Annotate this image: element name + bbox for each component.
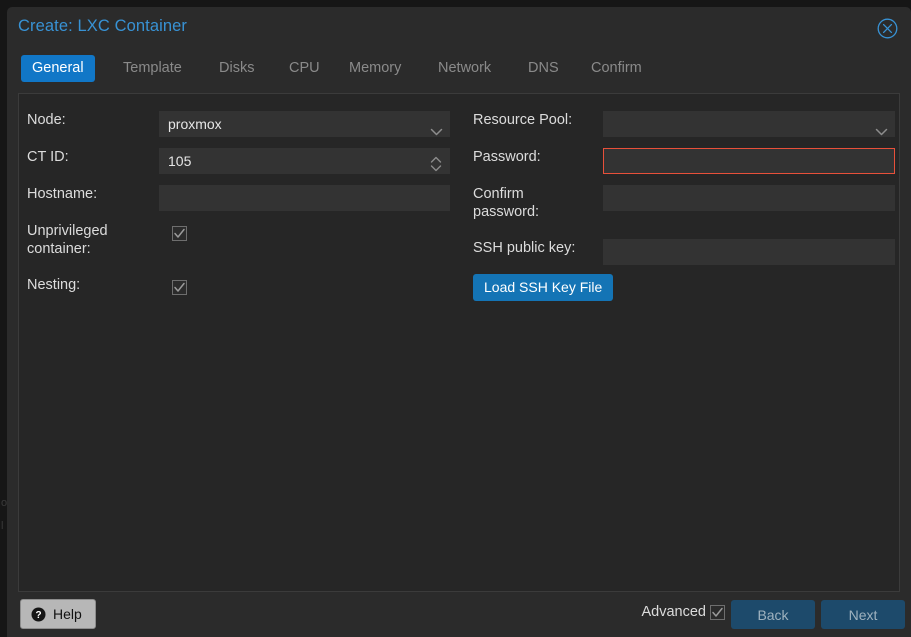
question-circle-icon: ?	[31, 607, 46, 622]
hostname-input[interactable]	[159, 185, 450, 211]
unprivileged-label: Unprivileged container:	[27, 222, 157, 258]
ssh-key-input[interactable]	[603, 239, 895, 265]
help-button[interactable]: ? Help	[20, 599, 96, 629]
create-lxc-container-dialog: Create: LXC Container General Template Dis…	[7, 7, 911, 637]
dialog-tabs: General Template Disks CPU Memory Network DNS C…	[7, 48, 911, 93]
confirm-password-input[interactable]	[603, 185, 895, 211]
tab-dns[interactable]: DNS	[517, 55, 570, 82]
field-resource-pool: Resource Pool:	[465, 111, 899, 141]
tab-network[interactable]: Network	[427, 55, 502, 82]
next-button[interactable]: Next	[821, 600, 905, 629]
ctid-input[interactable]: 105	[159, 148, 450, 174]
dialog-footer: ? Help Advanced Back Next	[7, 592, 911, 637]
load-ssh-key-file-button[interactable]: Load SSH Key File	[473, 274, 613, 301]
tab-cpu[interactable]: CPU	[278, 55, 331, 82]
advanced-label: Advanced	[642, 604, 707, 620]
general-tab-panel: Node: proxmox CT ID: 105 Hostname:	[18, 93, 900, 592]
unprivileged-checkbox[interactable]	[172, 226, 187, 241]
node-label: Node:	[27, 111, 157, 129]
tab-general[interactable]: General	[21, 55, 95, 82]
dialog-titlebar: Create: LXC Container	[7, 7, 911, 48]
nesting-checkbox[interactable]	[172, 280, 187, 295]
dialog-title: Create: LXC Container	[18, 17, 187, 36]
chevron-down-icon	[430, 128, 458, 137]
node-select[interactable]: proxmox	[159, 111, 450, 137]
background-text-fragment: l	[1, 520, 3, 532]
tab-template[interactable]: Template	[112, 55, 193, 82]
confirm-password-label: Confirm password:	[473, 185, 603, 221]
field-nesting: Nesting:	[19, 276, 465, 306]
field-unprivileged: Unprivileged container:	[19, 222, 465, 268]
chevron-down-icon	[875, 128, 892, 137]
back-button[interactable]: Back	[731, 600, 815, 629]
password-input[interactable]	[603, 148, 895, 174]
resource-pool-label: Resource Pool:	[473, 111, 613, 129]
close-icon[interactable]	[877, 18, 898, 39]
tab-disks[interactable]: Disks	[208, 55, 265, 82]
resource-pool-select[interactable]	[603, 111, 895, 137]
field-confirm-password: Confirm password:	[465, 185, 899, 231]
tab-memory[interactable]: Memory	[338, 55, 412, 82]
field-password: Password:	[465, 148, 899, 178]
ssh-key-label: SSH public key:	[473, 239, 613, 257]
field-hostname: Hostname:	[19, 185, 465, 215]
nesting-label: Nesting:	[27, 276, 157, 294]
spinner-arrows-icon[interactable]	[429, 155, 458, 173]
field-ctid: CT ID: 105	[19, 148, 465, 178]
hostname-label: Hostname:	[27, 185, 157, 203]
password-label: Password:	[473, 148, 603, 166]
tab-confirm[interactable]: Confirm	[580, 55, 653, 82]
field-ssh-key: SSH public key:	[465, 239, 899, 269]
ctid-label: CT ID:	[27, 148, 157, 166]
advanced-checkbox[interactable]	[710, 605, 725, 620]
help-button-label: Help	[53, 600, 82, 628]
svg-text:?: ?	[35, 610, 41, 621]
field-node: Node: proxmox	[19, 111, 465, 141]
